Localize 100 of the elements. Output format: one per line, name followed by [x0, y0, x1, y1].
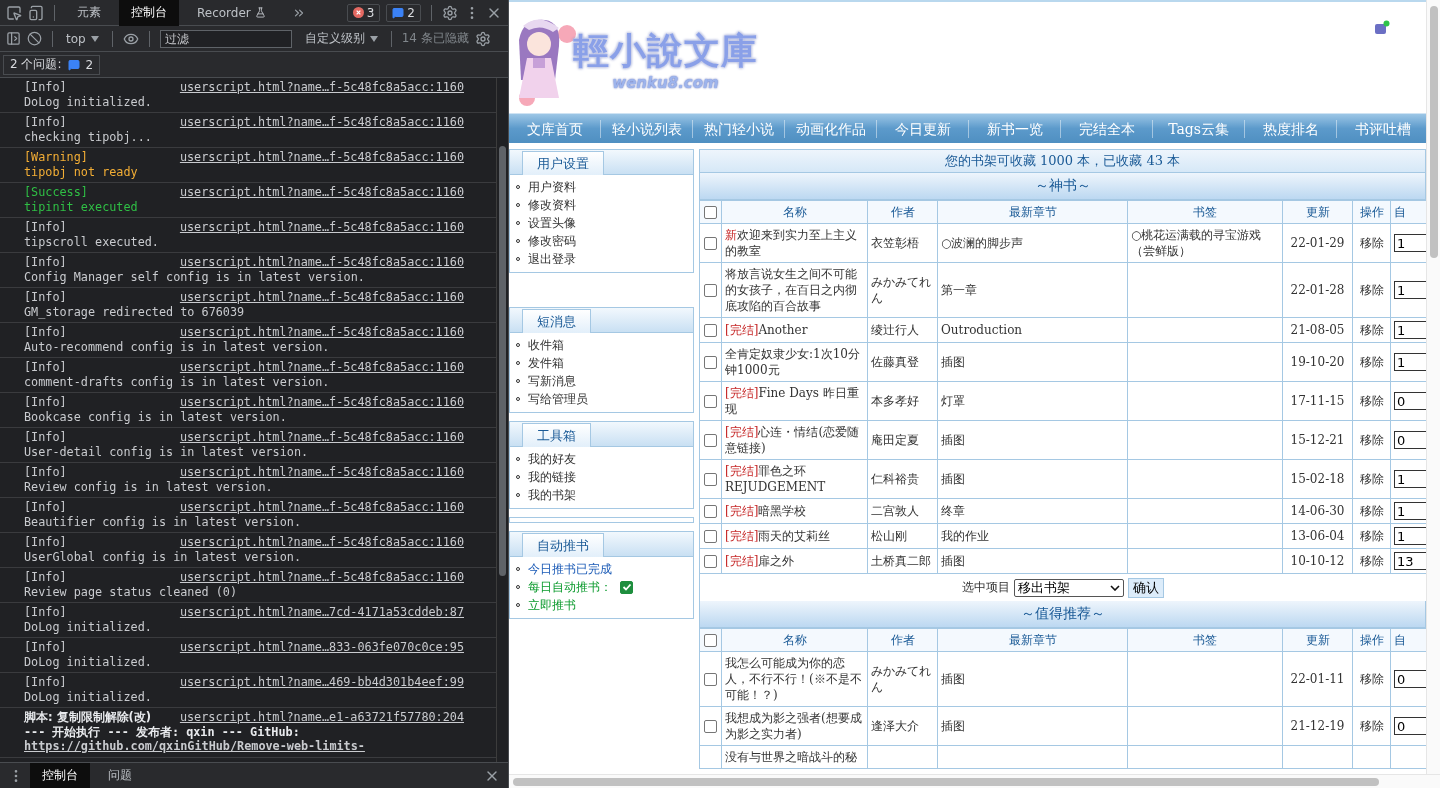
sidebar-link[interactable]: 写给管理员	[528, 390, 588, 408]
sidebar-link[interactable]: 发件箱	[528, 354, 564, 372]
title-cell[interactable]: 没有与世界之暗战斗的秘	[721, 745, 868, 769]
auto-field[interactable]: 1	[1394, 470, 1426, 488]
source-link[interactable]: userscript.html?name…f-5c48fc8a5acc:1160	[179, 80, 464, 95]
checkbox[interactable]	[704, 530, 717, 543]
status-icon[interactable]	[1374, 20, 1390, 36]
source-link[interactable]: userscript.html?name…f-5c48fc8a5acc:1160	[179, 500, 464, 515]
title-cell[interactable]: [完结]Another	[721, 317, 868, 343]
bookmark-cell[interactable]	[1127, 523, 1283, 549]
sidebar-link[interactable]: 设置头像	[528, 214, 576, 232]
checkbox[interactable]	[704, 555, 717, 568]
sidebar-link[interactable]: 修改密码	[528, 232, 576, 250]
remove-link[interactable]: 移除	[1359, 283, 1384, 297]
chapter-cell[interactable]: 插图	[937, 420, 1128, 460]
source-link[interactable]: userscript.html?name…f-5c48fc8a5acc:1160	[179, 150, 464, 165]
bookmark-cell[interactable]	[1127, 498, 1283, 524]
title-cell[interactable]: 将放言说女生之间不可能的女孩子，在百日之内彻底攻陷的百合故事	[721, 262, 868, 318]
sidebar-link[interactable]: 我的书架	[528, 486, 576, 504]
checkbox[interactable]	[704, 434, 717, 447]
sidebar-link[interactable]: 用户资料	[528, 178, 576, 196]
source-link[interactable]: userscript.html?name…833-063fe070c0ce:95	[179, 640, 464, 655]
checkbox[interactable]	[704, 720, 717, 733]
sidebar-link[interactable]: 每日自动推书：	[528, 578, 612, 596]
bookmark-cell[interactable]	[1127, 420, 1283, 460]
auto-field[interactable]: 0	[1394, 670, 1426, 688]
sidebar-icon[interactable]	[6, 31, 21, 46]
chapter-cell[interactable]: ○波澜的脚步声	[937, 223, 1128, 263]
title-cell[interactable]: 我怎么可能成为你的恋人，不行不行！(※不是不可能！？)	[721, 651, 868, 707]
source-link[interactable]: userscript.html?name…f-5c48fc8a5acc:1160	[179, 255, 464, 270]
chapter-cell[interactable]: 灯罩	[937, 381, 1128, 421]
sidebar-link[interactable]: 写新消息	[528, 372, 576, 390]
auto-field[interactable]: 1	[1394, 502, 1426, 520]
checkbox[interactable]	[704, 206, 717, 219]
chapter-cell[interactable]: 插图	[937, 706, 1128, 746]
bookmark-cell[interactable]	[1127, 459, 1283, 499]
chapter-cell[interactable]: 插图	[937, 342, 1128, 382]
source-link[interactable]: userscript.html?name…f-5c48fc8a5acc:1160	[179, 185, 464, 200]
sidebar-link[interactable]: 退出登录	[528, 250, 576, 268]
source-link[interactable]: userscript.html?name…e1-a63721f57780:204	[179, 710, 464, 725]
chapter-cell[interactable]: 插图	[937, 651, 1128, 707]
auto-field[interactable]: 1	[1394, 234, 1426, 252]
title-cell[interactable]: [完结]雨天的艾莉丝	[721, 523, 868, 549]
title-cell[interactable]: [完结]暗黑学校	[721, 498, 868, 524]
checkbox[interactable]	[704, 634, 717, 647]
inspect-icon[interactable]	[6, 4, 22, 21]
sidebar-link[interactable]: 今日推书已完成	[528, 560, 612, 578]
scrollbar-thumb[interactable]	[1429, 6, 1438, 258]
batch-select[interactable]: 移出书架	[1014, 578, 1124, 597]
source-link[interactable]: userscript.html?name…f-5c48fc8a5acc:1160	[179, 430, 464, 445]
confirm-button[interactable]: 确认	[1128, 577, 1164, 598]
auto-field[interactable]: 13	[1394, 552, 1426, 570]
source-link[interactable]: userscript.html?name…f-5c48fc8a5acc:1160	[179, 395, 464, 410]
chapter-cell[interactable]: 第一章	[937, 262, 1128, 318]
levels-select[interactable]: 自定义级别	[301, 30, 381, 47]
bookmark-cell[interactable]	[1127, 342, 1283, 382]
checkbox[interactable]	[704, 237, 717, 250]
error-count-badge[interactable]: 3	[346, 3, 381, 22]
sidebar-link[interactable]: 我的好友	[528, 450, 576, 468]
auto-field[interactable]: 0	[1394, 392, 1426, 410]
auto-field[interactable]: 1	[1394, 353, 1426, 371]
source-link[interactable]: userscript.html?name…f-5c48fc8a5acc:1160	[179, 115, 464, 130]
title-cell[interactable]: [完结]心连・情结(恋爱随意链接)	[721, 420, 868, 460]
checkbox[interactable]	[704, 284, 717, 297]
sidebar-link[interactable]: 立即推书	[528, 596, 576, 614]
settings-icon[interactable]	[474, 30, 491, 47]
auto-field[interactable]: 0	[1394, 431, 1426, 449]
devtools-tab[interactable]: 元素	[65, 0, 113, 26]
source-link[interactable]: userscript.html?name…f-5c48fc8a5acc:1160	[179, 220, 464, 235]
chapter-cell[interactable]	[937, 745, 1128, 769]
title-cell[interactable]: [完结]罪色之环REJUDGEMENT	[721, 459, 868, 499]
source-link[interactable]: userscript.html?name…f-5c48fc8a5acc:1160	[179, 535, 464, 550]
bookmark-cell[interactable]	[1127, 381, 1283, 421]
title-cell[interactable]: [完结]Fine Days 昨日重现	[721, 381, 868, 421]
auto-field[interactable]: 1	[1394, 281, 1426, 299]
drawer-tab[interactable]: 控制台	[30, 762, 90, 788]
devtools-tab[interactable]: Recorder	[185, 0, 278, 26]
settings-icon[interactable]	[442, 4, 458, 21]
github-link[interactable]: https://github.com/qxinGitHub/Remove-web-limits-	[24, 739, 365, 753]
clear-icon[interactable]	[27, 31, 42, 46]
source-link[interactable]: userscript.html?name…7cd-4171a53cddeb:87	[179, 605, 464, 620]
checkbox[interactable]	[704, 395, 717, 408]
checkbox[interactable]	[620, 580, 633, 594]
bookmark-cell[interactable]	[1127, 745, 1283, 769]
source-link[interactable]: userscript.html?name…f-5c48fc8a5acc:1160	[179, 290, 464, 305]
remove-link[interactable]: 移除	[1359, 672, 1384, 686]
auto-field[interactable]: 0	[1394, 717, 1426, 735]
checkbox[interactable]	[704, 356, 717, 369]
sidebar-link[interactable]: 我的链接	[528, 468, 576, 486]
source-link[interactable]: userscript.html?name…f-5c48fc8a5acc:1160	[179, 325, 464, 340]
checkbox[interactable]	[704, 324, 717, 337]
bookmark-cell[interactable]: ○桃花运满载的寻宝游戏（尝鲜版）	[1127, 223, 1283, 263]
sidebar-link[interactable]: 收件箱	[528, 336, 564, 354]
scrollbar-thumb[interactable]	[499, 146, 506, 576]
drawer-tab[interactable]: 问题	[96, 762, 144, 788]
filter-field[interactable]: 过滤	[159, 29, 292, 48]
title-cell[interactable]: 全肯定奴隶少女:1次10分钟1000元	[721, 342, 868, 382]
devtools-tab[interactable]: 控制台	[119, 0, 179, 26]
checkbox[interactable]	[704, 473, 717, 486]
source-link[interactable]: userscript.html?name…469-bb4d301b4eef:99	[179, 675, 464, 690]
